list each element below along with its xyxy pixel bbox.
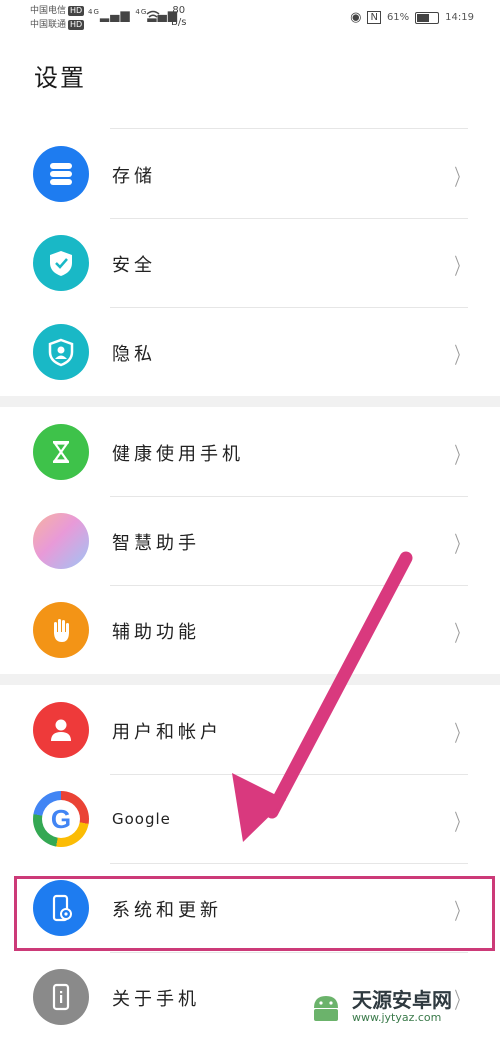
pointer-arrow-icon (232, 551, 413, 842)
android-logo-icon (314, 996, 338, 1021)
watermark-url: www.jytyaz.com (352, 1010, 442, 1024)
watermark: 天源安卓网 www.jytyaz.com (306, 986, 452, 1026)
watermark-name: 天源安卓网 (352, 987, 452, 1012)
